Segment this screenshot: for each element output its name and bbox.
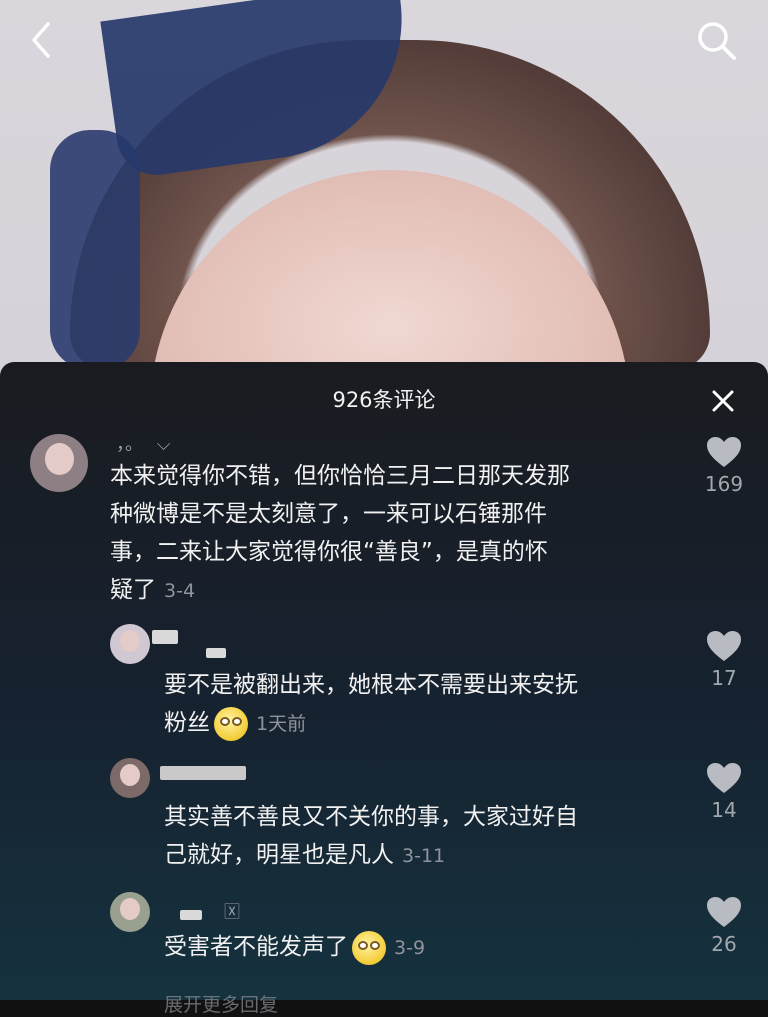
comment-text: 要不是被翻出来，她根本不需要出来安抚 粉丝 1天前 (164, 666, 684, 743)
close-icon[interactable] (710, 388, 736, 414)
comment-time: 3-4 (164, 580, 196, 602)
video-headband (50, 130, 140, 370)
comments-count-title: 926条评论 (332, 388, 436, 412)
heart-icon[interactable] (706, 630, 742, 662)
comments-panel: 926条评论 ，。 ⌵ 本来觉得你不错，但你恰恰三月二日那天发那 种微博是不是太… (0, 362, 768, 1016)
chevron-down-icon[interactable]: ⌵ (157, 434, 171, 455)
heart-icon[interactable] (706, 436, 742, 468)
comment-text: 本来觉得你不错，但你恰恰三月二日那天发那 种微博是不是太刻意了，一来可以石锤那件… (110, 463, 570, 603)
expand-more-replies-link[interactable]: 展开更多回复 (164, 990, 278, 1017)
smiling-emoji-icon (214, 706, 248, 741)
avatar[interactable] (30, 434, 88, 492)
comment-time: 1天前 (256, 713, 307, 735)
back-icon[interactable] (20, 18, 64, 62)
heart-icon[interactable] (706, 896, 742, 928)
search-icon[interactable] (694, 18, 738, 62)
avatar[interactable] (110, 758, 150, 798)
username-censored (180, 910, 202, 920)
comment-time: 3-9 (394, 937, 426, 959)
heart-icon[interactable] (706, 762, 742, 794)
like-count: 14 (711, 798, 737, 822)
avatar[interactable] (110, 624, 150, 664)
like-count: 17 (711, 666, 737, 690)
username-suffix: 🅇 (224, 902, 241, 921)
avatar[interactable] (110, 892, 150, 932)
like-count: 26 (711, 932, 737, 956)
like-count: 169 (704, 472, 744, 496)
comment-username[interactable]: ，。 ⌵ (116, 430, 170, 456)
username-censored (152, 630, 178, 644)
comment-time: 3-11 (402, 845, 446, 867)
smiling-emoji-icon (352, 930, 386, 965)
comment-text: 受害者不能发声了 3-9 (164, 928, 684, 967)
comment-text: 其实善不善良又不关你的事，大家过好自 己就好，明星也是凡人 3-11 (164, 804, 578, 868)
username-censored (206, 648, 226, 658)
username-censored (160, 766, 246, 780)
